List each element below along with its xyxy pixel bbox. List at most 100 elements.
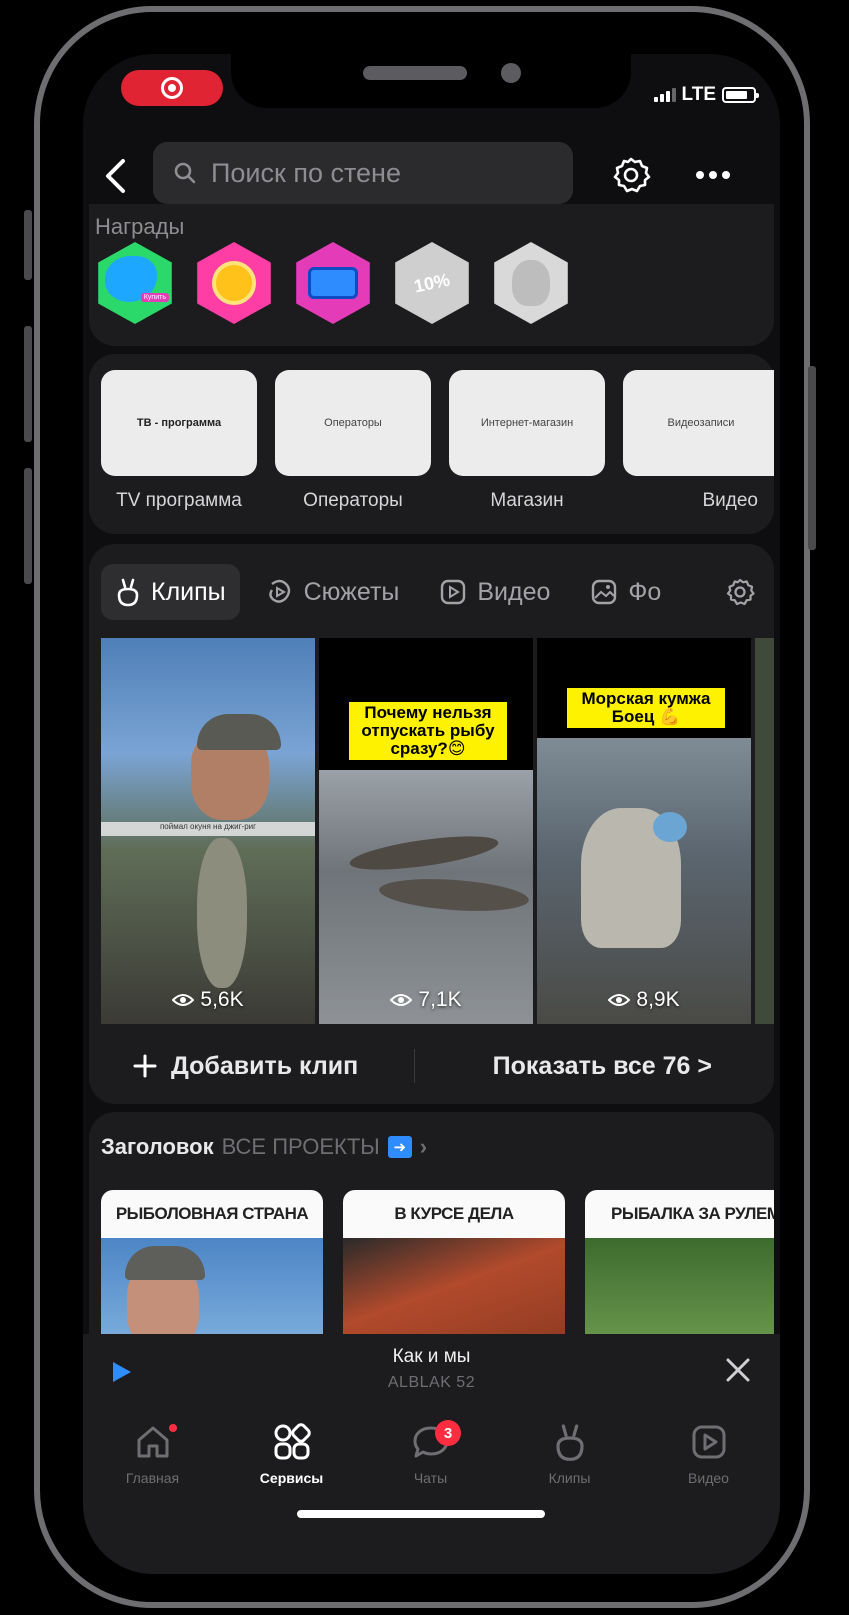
tab-chats[interactable]: 3 Чаты	[361, 1416, 500, 1486]
clip-image	[319, 770, 533, 1024]
tab-video[interactable]: Видео	[425, 564, 564, 620]
award-badge[interactable]	[494, 242, 568, 324]
side-button-power	[808, 366, 816, 550]
tab-label: Фо	[628, 577, 662, 606]
side-button-volume-up	[24, 326, 32, 442]
service-tile: ТВ - программа	[101, 370, 257, 476]
fish-shape	[347, 829, 501, 877]
award-badge[interactable]	[296, 242, 370, 324]
service-label: Видео	[702, 490, 758, 511]
project-title: РЫБАЛКА ЗА РУЛЕМ	[611, 1204, 774, 1223]
clip-thumbnail[interactable]: Почему нельзя отпускать рыбу сразу?😊 7,1…	[319, 638, 533, 1024]
tab-video[interactable]: Видео	[639, 1416, 778, 1486]
clip-caption: Морская кумжа Боец 💪	[567, 688, 725, 728]
back-button[interactable]	[95, 154, 135, 198]
clips-settings-button[interactable]	[718, 570, 762, 614]
service-tv-program[interactable]: ТВ - программа TV программа	[101, 370, 257, 512]
unread-badge: 3	[435, 1420, 461, 1446]
show-all-button[interactable]: Показать все 76 >	[493, 1052, 712, 1081]
clips-tabs: Клипы Сюжеты Видео Фо	[101, 564, 687, 620]
service-video[interactable]: Видеозаписи Видео	[623, 370, 774, 512]
home-indicator[interactable]	[297, 1510, 545, 1518]
service-tile: Видеозаписи	[623, 370, 774, 476]
award-badge[interactable]	[197, 242, 271, 324]
side-button-volume-down	[24, 468, 32, 584]
stories-icon	[268, 579, 290, 603]
tab-stories[interactable]: Сюжеты	[252, 564, 414, 620]
project-title: В КУРСЕ ДЕЛА	[394, 1204, 514, 1223]
plus-icon	[133, 1054, 157, 1078]
more-button[interactable]	[689, 152, 737, 198]
video-icon	[639, 1416, 778, 1468]
close-icon	[726, 1358, 750, 1382]
mini-player[interactable]: Как и мы ALBLAK 52	[83, 1334, 780, 1406]
cap-shape	[125, 1246, 205, 1280]
clip-views: 7,1K	[319, 988, 533, 1012]
search-icon	[174, 162, 196, 184]
tab-services[interactable]: Сервисы	[222, 1416, 361, 1486]
clip-views: 8,9K	[537, 988, 751, 1012]
home-icon	[83, 1416, 222, 1468]
chevron-left-icon	[106, 159, 125, 193]
add-clip-button[interactable]: Добавить клип	[133, 1052, 358, 1081]
track-artist: ALBLAK 52	[387, 1374, 476, 1391]
search-placeholder: Поиск по стене	[211, 157, 401, 188]
tab-clips[interactable]: Клипы	[101, 564, 240, 620]
tab-home[interactable]: Главная	[83, 1416, 222, 1486]
screen-recording-indicator[interactable]	[121, 70, 223, 106]
battery-icon	[722, 87, 759, 103]
top-bar: Поиск по стене	[83, 142, 780, 208]
character-icon	[512, 260, 550, 306]
phone-screen: LTE Поиск по стене Награды Купить 10% ТВ…	[83, 54, 780, 1574]
chevron-right-icon: ›	[419, 1134, 428, 1159]
services-card: ТВ - программа TV программа Операторы Оп…	[89, 354, 774, 534]
cap-shape	[653, 812, 687, 842]
speaker-grille	[363, 66, 467, 80]
clip-image	[537, 738, 751, 1024]
clips-icon	[117, 578, 139, 607]
notch	[231, 54, 631, 108]
fish-shape	[378, 874, 530, 916]
record-icon	[161, 77, 183, 99]
award-badge[interactable]: Купить	[98, 242, 172, 324]
status-indicators: LTE	[653, 84, 759, 106]
project-title: РЫБОЛОВНАЯ СТРАНА	[115, 1204, 309, 1223]
project-card[interactable]: РЫБАЛКА ЗА РУЛЕМ	[585, 1190, 774, 1350]
award-badge[interactable]: 10%	[395, 242, 469, 324]
settings-button[interactable]	[607, 152, 655, 198]
clip-views: 5,6K	[101, 988, 315, 1012]
tab-label: Главная	[125, 1470, 180, 1486]
tab-label: Клипы	[548, 1470, 591, 1486]
clip-thumbnail[interactable]: Морская кумжа Боец 💪 8,9K	[537, 638, 751, 1024]
service-label: Магазин	[490, 490, 564, 511]
clip-thumbnail[interactable]: поймал окуня на джиг-риг 5,6K	[101, 638, 315, 1024]
clip-thumbnail[interactable]	[755, 638, 774, 1024]
front-camera	[501, 63, 521, 83]
screen-icon	[308, 267, 358, 299]
divider	[414, 1049, 416, 1083]
tab-label: Чаты	[413, 1470, 448, 1486]
service-tile: Интернет-магазин	[449, 370, 605, 476]
signal-icon	[653, 88, 676, 102]
awards-title: Награды	[95, 214, 185, 239]
projects-header[interactable]: Заголовок ВСЕ ПРОЕКТЫ ➜ ›	[101, 1134, 427, 1160]
tab-label: Видео	[688, 1470, 729, 1486]
tab-photo[interactable]: Фо	[576, 564, 675, 620]
discount-label: 10%	[412, 268, 452, 297]
award-badge-label: Купить	[140, 293, 169, 302]
services-icon	[222, 1416, 361, 1468]
clips-actions: Добавить клип Показать все 76 >	[89, 1030, 774, 1102]
projects-subtitle: ВСЕ ПРОЕКТЫ	[221, 1134, 380, 1159]
fish-shape	[197, 838, 247, 988]
eye-icon	[172, 994, 195, 1006]
search-input[interactable]: Поиск по стене	[153, 142, 573, 204]
tab-clips[interactable]: Клипы	[500, 1416, 639, 1486]
gear-icon	[726, 578, 755, 606]
close-player-button[interactable]	[718, 1350, 758, 1390]
service-shop[interactable]: Интернет-магазин Магазин	[449, 370, 605, 512]
project-card[interactable]: РЫБОЛОВНАЯ СТРАНА	[101, 1190, 323, 1350]
photo-icon	[592, 579, 617, 605]
service-operators[interactable]: Операторы Операторы	[275, 370, 431, 512]
video-icon	[441, 579, 466, 605]
project-card[interactable]: В КУРСЕ ДЕЛА	[343, 1190, 565, 1350]
